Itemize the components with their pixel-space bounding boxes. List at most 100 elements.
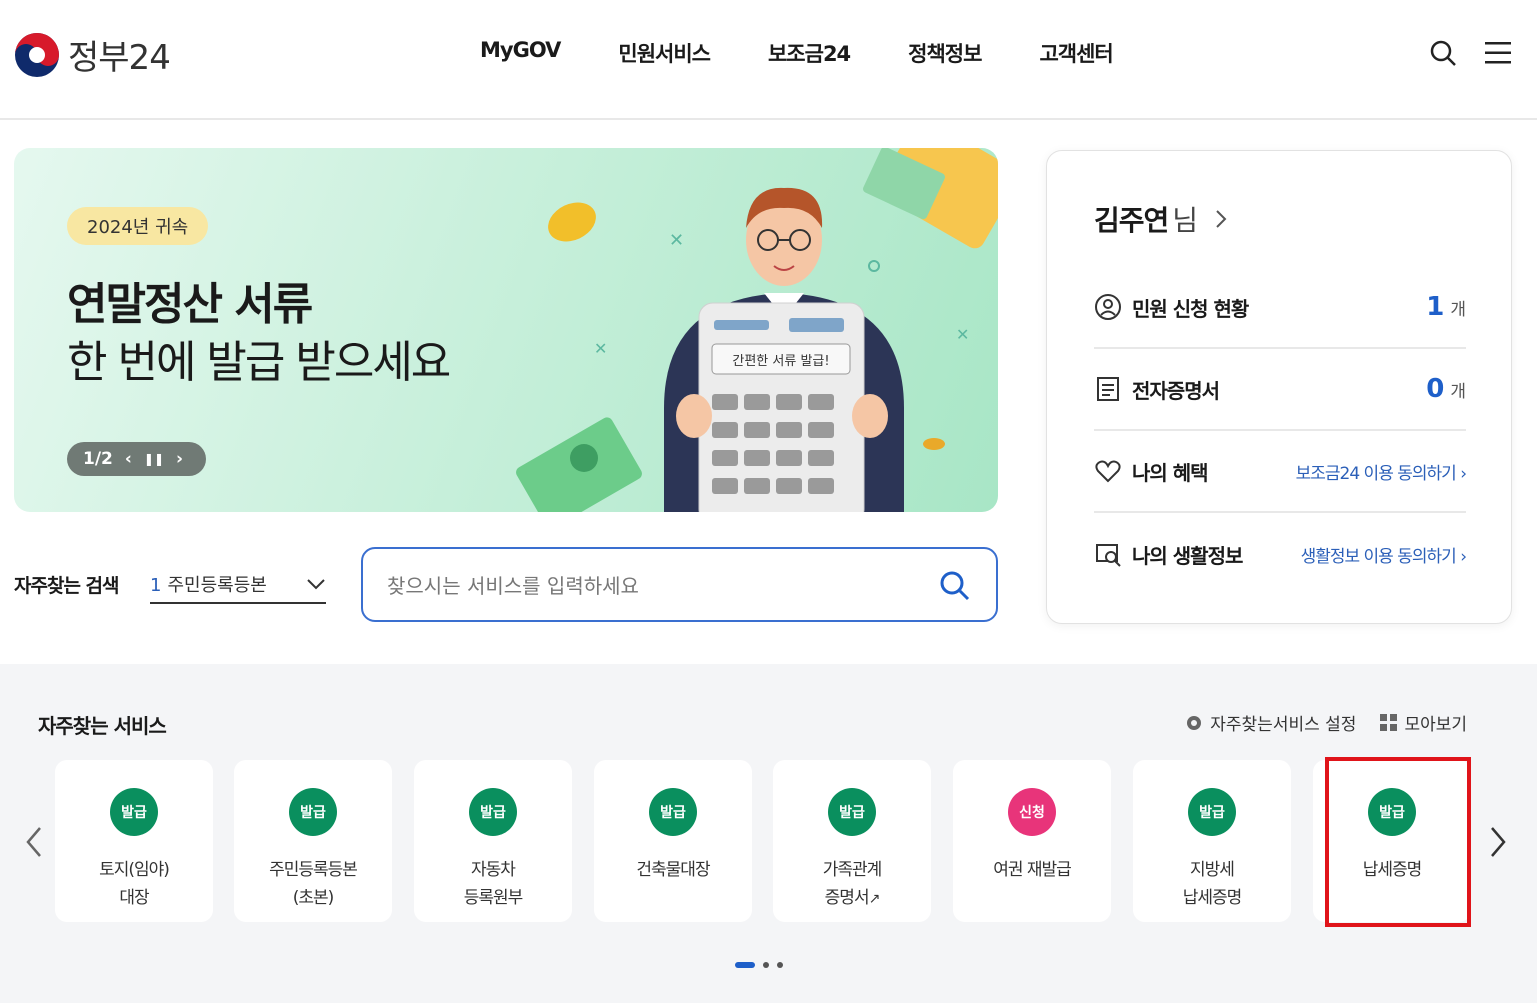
nav-customer-center[interactable]: 고객센터 [1039,38,1113,68]
banner-pager: 1/2 ‹ ❚❚ › [67,442,206,476]
next-slide-icon[interactable]: › [176,449,183,469]
carousel-indicator [735,962,783,968]
promo-banner[interactable]: 2024년 귀속 연말정산 서류 한 번에 발급 받으세요 1/2 ‹ ❚❚ ›… [14,148,998,512]
life-info-consent-link[interactable]: 생활정보 이용 동의하기 › [1300,542,1467,567]
issue-badge: 발급 [1188,788,1236,836]
row-label: 민원 신청 현황 [1132,296,1249,321]
frequent-search-label: 자주찾는 검색 [14,575,119,597]
site-logo[interactable]: 정부24 [14,30,171,79]
service-card-label: 여권 재발급 [993,860,1072,880]
service-card-label: 건축물대장 [636,860,710,880]
banner-illustration: ✕ ✕ ✕ 간편한 서류 발급! [516,148,998,512]
heart-icon [1095,460,1121,483]
svg-text:✕: ✕ [956,325,969,344]
user-name-suffix: 님 [1172,204,1198,237]
issue-badge: 발급 [110,788,158,836]
logo-text: 정부24 [68,38,171,78]
top-header: 정부24 MyGOV 민원서비스 보조금24 정책정보 고객센터 [0,0,1537,120]
frequent-search-value-wrap: 1 주민등록등본 [150,571,267,597]
frequent-search-select[interactable]: 1 주민등록등본 [150,566,326,604]
e-certificate-row[interactable]: 전자증명서 0개 [1094,349,1466,431]
service-search-box [361,547,998,622]
services-settings-button[interactable]: 자주찾는서비스 설정 [1184,710,1356,735]
carousel-dot-2[interactable] [763,962,769,968]
search-icon[interactable] [938,569,972,603]
services-tools: 자주찾는서비스 설정 모아보기 [1184,710,1467,735]
service-card-label: 가족관계 증명서↗ [773,856,931,913]
user-name: 김주연 [1094,204,1169,237]
frequent-services-section: 자주찾는 서비스 자주찾는서비스 설정 모아보기 발급 토지(임야) 대장 발급… [0,664,1537,1003]
nav-policy-info[interactable]: 정책정보 [908,38,982,68]
service-card-family-relation[interactable]: 발급 가족관계 증명서↗ [773,760,931,922]
row-count-wrap: 0개 [1426,374,1466,404]
application-count: 1 [1426,292,1445,322]
service-card-passport-reissue[interactable]: 신청 여권 재발급 [953,760,1111,922]
highlight-box [1325,757,1471,927]
chevron-down-icon [307,579,325,590]
my-benefits-row: 나의 혜택 보조금24 이용 동의하기 › [1094,431,1467,513]
service-card-land-register[interactable]: 발급 토지(임야) 대장 [55,760,213,922]
nav-civil-service[interactable]: 민원서비스 [618,38,711,68]
subsidy-consent-text: 보조금24 이용 동의하기 [1295,463,1457,484]
nav-subsidy24[interactable]: 보조금24 [768,38,851,68]
user-summary-card: 김주연 님 민원 신청 현황 1개 전자증명서 0개 나의 혜택 보조금24 이용… [1046,150,1512,624]
nav-mygov[interactable]: MyGOV [480,38,561,68]
service-card-label: 지방세 납세증명 [1182,860,1243,908]
my-life-info-row: 나의 생활정보 생활정보 이용 동의하기 › [1094,513,1467,595]
search-icon[interactable] [1426,36,1460,70]
issue-badge: 발급 [649,788,697,836]
calculator-text: 간편한 서류 발급! [732,354,829,369]
row-label: 나의 생활정보 [1132,543,1243,568]
document-icon [1097,377,1119,401]
frequent-services-title: 자주찾는 서비스 [38,714,167,738]
service-card-resident-registration[interactable]: 발급 주민등록등본 (초본) [234,760,392,922]
svg-text:✕: ✕ [669,230,684,251]
service-card-label: 토지(임야) 대장 [99,860,170,908]
carousel-dot-3[interactable] [777,962,783,968]
carousel-prev-icon[interactable] [20,824,50,860]
civil-application-status-row[interactable]: 민원 신청 현황 1개 [1094,267,1466,349]
prev-slide-icon[interactable]: ‹ [125,449,132,469]
service-card-label: 자동차 등록원부 [463,860,524,908]
banner-title: 연말정산 서류 [67,279,313,330]
search-input[interactable] [387,571,907,601]
banner-page-count: 1/2 [83,449,113,469]
certificate-count: 0 [1426,374,1445,404]
menu-icon[interactable] [1482,36,1516,70]
issue-badge: 발급 [289,788,337,836]
view-all-button[interactable]: 모아보기 [1380,710,1467,735]
count-unit: 개 [1450,300,1466,320]
svg-text:✕: ✕ [594,339,607,358]
service-card-building-register[interactable]: 발급 건축물대장 [594,760,752,922]
service-card-label: 주민등록등본 (초본) [269,860,358,908]
row-label: 나의 혜택 [1132,460,1209,485]
subsidy-consent-link[interactable]: 보조금24 이용 동의하기 › [1295,459,1467,484]
apply-badge: 신청 [1008,788,1056,836]
pause-icon[interactable]: ❚❚ [144,452,164,466]
frequent-search-value: 주민등록등본 [167,575,267,596]
issue-badge: 발급 [469,788,517,836]
row-count-wrap: 1개 [1426,292,1466,322]
service-card-vehicle-register[interactable]: 발급 자동차 등록원부 [414,760,572,922]
gear-icon [1187,715,1202,730]
banner-badge: 2024년 귀속 [67,207,209,245]
user-name-link[interactable]: 김주연 님 [1094,199,1231,239]
chevron-right-icon [1216,210,1227,228]
search-document-icon [1096,544,1121,567]
user-circle-icon [1095,294,1121,320]
carousel-next-icon[interactable] [1482,824,1512,860]
external-link-icon: ↗ [868,891,881,907]
count-unit: 개 [1450,382,1466,402]
service-card-local-tax-certificate[interactable]: 발급 지방세 납세증명 [1133,760,1291,922]
taegeuk-logo-icon [15,32,59,77]
row-label: 전자증명서 [1132,378,1220,403]
carousel-dot-1[interactable] [735,962,755,968]
view-all-label: 모아보기 [1404,715,1467,735]
grid-icon [1380,713,1398,731]
main-nav: MyGOV 민원서비스 보조금24 정책정보 고객센터 [480,38,1114,68]
issue-badge: 발급 [828,788,876,836]
frequent-search-rank: 1 [150,575,162,596]
services-settings-label: 자주찾는서비스 설정 [1210,715,1357,735]
life-info-consent-text: 생활정보 이용 동의하기 [1300,546,1457,567]
banner-subtitle: 한 번에 발급 받으세요 [67,337,451,388]
